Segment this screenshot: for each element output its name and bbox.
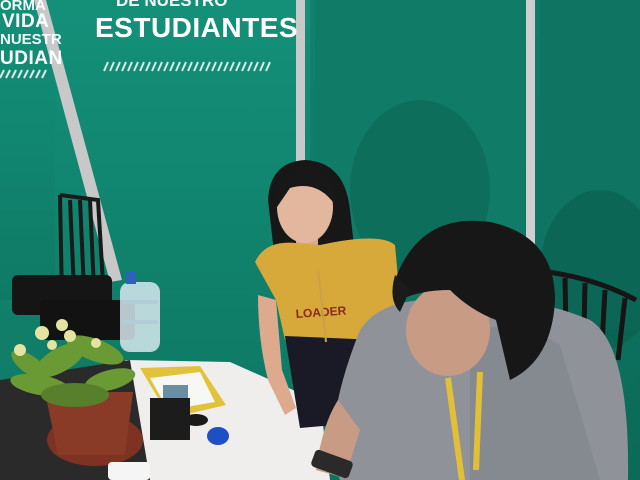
banner-main-title: ESTUDIANTES <box>95 12 299 43</box>
water-bottle <box>120 272 160 352</box>
flyer-photo <box>163 385 188 399</box>
photo-scene: LOADER ORMA VIDA NUESTR UDIAN DE NUESTRO… <box>0 0 640 480</box>
blue-cap <box>207 427 229 445</box>
banner-left-line-1: VIDA <box>2 11 50 32</box>
banner-left-line-2: NUESTR <box>0 31 62 48</box>
photo-illustration: LOADER <box>0 0 640 480</box>
black-phone-holder <box>150 398 190 440</box>
banner-main-top-fragment: DE NUESTRO <box>116 0 228 10</box>
banner-left-line-3: UDIAN <box>0 48 63 69</box>
cup <box>108 462 150 480</box>
